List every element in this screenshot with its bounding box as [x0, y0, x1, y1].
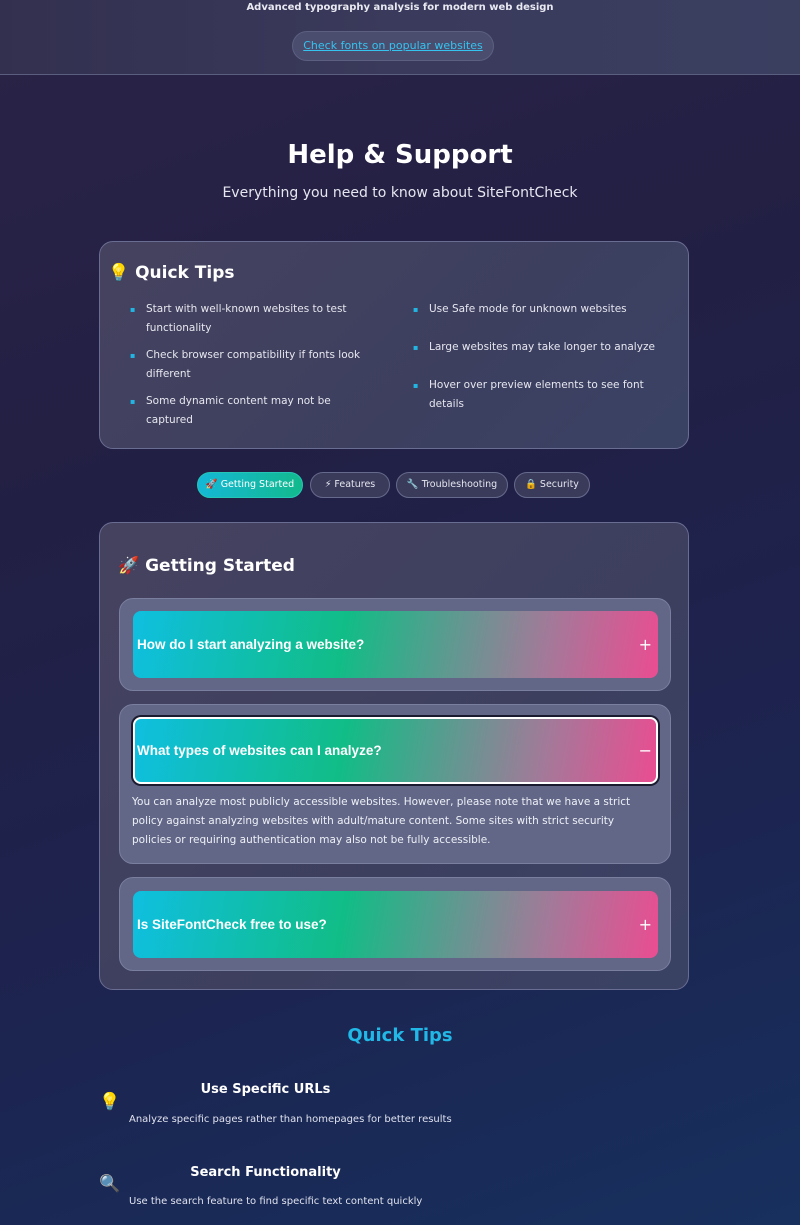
faq-item-open: What types of websites can I analyze? − …: [119, 704, 671, 864]
quick-tips-left-list: Start with well-known websites to test f…: [130, 300, 370, 438]
tab-features[interactable]: ⚡ Features: [310, 472, 390, 498]
faq-question-text: What types of websites can I analyze?: [137, 743, 382, 758]
faq-section-title: 🚀 Getting Started: [118, 556, 295, 576]
tip-description: Analyze specific pages rather than homep…: [129, 1114, 452, 1125]
top-header: Advanced typography analysis for modern …: [0, 0, 800, 75]
lightbulb-icon: 💡: [99, 1092, 121, 1112]
minus-icon: −: [638, 741, 652, 760]
faq-item: Is SiteFontCheck free to use? +: [119, 877, 671, 971]
check-popular-sites-link[interactable]: Check fonts on popular websites: [292, 31, 494, 61]
bottom-quick-tips-title: Quick Tips: [347, 1025, 453, 1046]
faq-answer: You can analyze most publicly accessible…: [132, 796, 631, 846]
faq-item: How do I start analyzing a website? +: [119, 598, 671, 691]
tip-title: Use Specific URLs: [200, 1082, 331, 1097]
quick-tips-title: 💡 Quick Tips: [108, 263, 235, 283]
list-item: Hover over preview elements to see font …: [413, 376, 675, 414]
plus-icon: +: [638, 915, 652, 934]
list-item: Some dynamic content may not be captured: [130, 392, 370, 430]
tab-getting-started[interactable]: 🚀 Getting Started: [197, 472, 303, 498]
plus-icon: +: [638, 635, 652, 654]
faq-question-text: Is SiteFontCheck free to use?: [137, 917, 327, 932]
faq-question-text: How do I start analyzing a website?: [137, 637, 365, 652]
help-tabs: 🚀 Getting Started ⚡ Features 🔧 Troublesh…: [0, 472, 800, 498]
list-item: Large websites may take longer to analyz…: [413, 338, 675, 357]
faq-question-button[interactable]: Is SiteFontCheck free to use? +: [133, 891, 658, 958]
list-item: Check browser compatibility if fonts loo…: [130, 346, 370, 384]
tab-security[interactable]: 🔒 Security: [514, 472, 590, 498]
tip-description: Use the search feature to find specific …: [129, 1196, 423, 1207]
list-item: Use Safe mode for unknown websites: [413, 300, 675, 319]
faq-question-button[interactable]: What types of websites can I analyze? −: [133, 717, 658, 784]
faq-question-button[interactable]: How do I start analyzing a website? +: [133, 611, 658, 678]
page-subtitle: Everything you need to know about SiteFo…: [222, 185, 578, 201]
faq-panel: 🚀 Getting Started How do I start analyzi…: [99, 522, 689, 990]
app-tagline: Advanced typography analysis for modern …: [246, 2, 554, 13]
page-title: Help & Support: [287, 140, 513, 170]
list-item: Start with well-known websites to test f…: [130, 300, 370, 338]
quick-tips-right-list: Use Safe mode for unknown websites Large…: [413, 300, 675, 422]
tab-troubleshooting[interactable]: 🔧 Troubleshooting: [396, 472, 508, 498]
quick-tips-panel: 💡 Quick Tips Start with well-known websi…: [99, 241, 689, 449]
magnifier-icon: 🔍: [99, 1174, 121, 1194]
tip-title: Search Functionality: [190, 1165, 341, 1180]
